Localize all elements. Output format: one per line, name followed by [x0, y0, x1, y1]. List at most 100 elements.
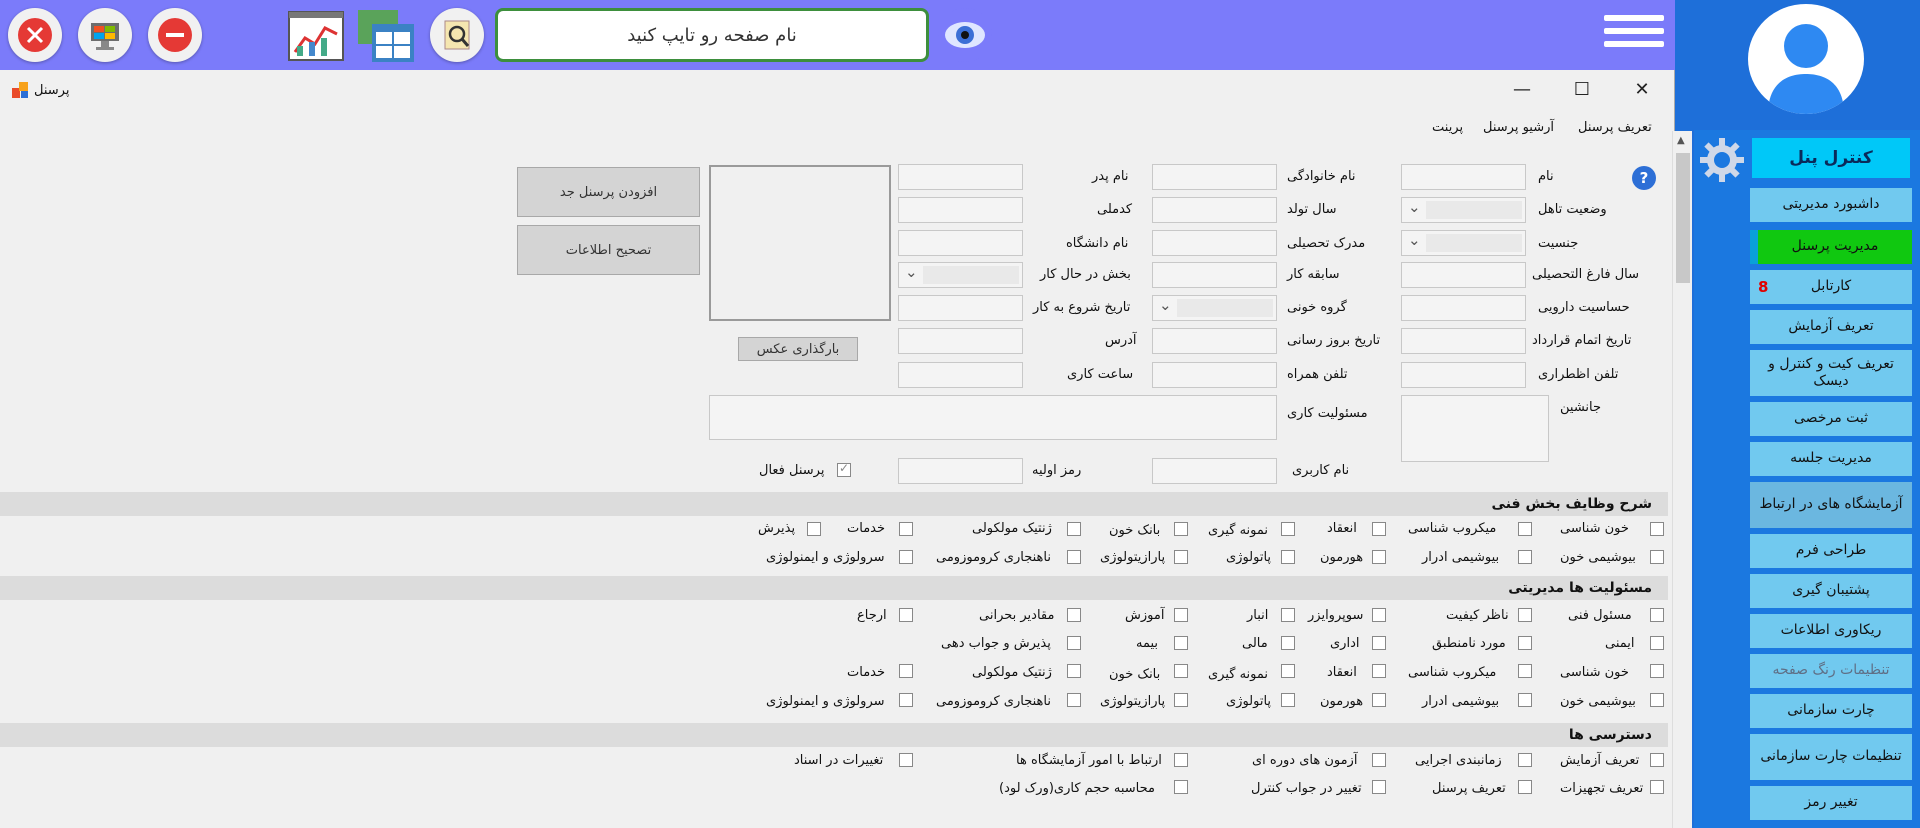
eye-icon[interactable] [938, 8, 992, 62]
mgmt-chk-2[interactable] [1518, 608, 1532, 622]
tech-chk-4[interactable] [1281, 522, 1295, 536]
university-input[interactable] [898, 230, 1023, 256]
add-personnel-button[interactable]: افزودن پرسنل جد [517, 167, 700, 217]
upload-photo-button[interactable]: بارگذاری عکس [738, 337, 858, 361]
tech-chk-13[interactable] [1174, 550, 1188, 564]
edit-info-button[interactable]: تصحیح اطلاعات [517, 225, 700, 275]
sidebar-item-backup[interactable]: پشتیبان گیری [1750, 574, 1912, 608]
window-close-button[interactable]: ✕ [1627, 78, 1657, 100]
tech-chk-3[interactable] [1372, 522, 1386, 536]
department-select[interactable] [898, 262, 1023, 288]
mgmt-chk-25[interactable] [1174, 693, 1188, 707]
sidebar-item-cartable[interactable]: 8 کارتابل [1750, 270, 1912, 304]
drug-allergy-input[interactable] [1401, 295, 1526, 321]
working-hours-input[interactable] [898, 362, 1023, 388]
mgmt-chk-8[interactable] [1650, 636, 1664, 650]
tech-chk-11[interactable] [1372, 550, 1386, 564]
sidebar-item-colors[interactable]: تنظیمات رنگ صفحه [1750, 654, 1912, 688]
hamburger-menu-icon[interactable] [1604, 15, 1664, 57]
mgmt-chk-5[interactable] [1174, 608, 1188, 622]
scrollbar-thumb[interactable] [1676, 153, 1690, 283]
tab-define-personnel[interactable]: تعریف پرسنل [1578, 120, 1652, 135]
tech-chk-7[interactable] [899, 522, 913, 536]
tech-chk-10[interactable] [1518, 550, 1532, 564]
mgmt-chk-1[interactable] [1650, 608, 1664, 622]
vertical-scrollbar[interactable]: ▲ [1672, 131, 1692, 828]
windows-icon[interactable] [356, 8, 416, 64]
mgmt-chk-14[interactable] [1650, 664, 1664, 678]
mgmt-chk-9[interactable] [1518, 636, 1532, 650]
mgmt-chk-13[interactable] [1067, 636, 1081, 650]
mgmt-chk-24[interactable] [1281, 693, 1295, 707]
window-minimize-button[interactable]: — [1507, 78, 1537, 100]
mgmt-chk-10[interactable] [1372, 636, 1386, 650]
minimize-app-icon[interactable] [148, 8, 202, 62]
sidebar-item-test-def[interactable]: تعریف آزمایش [1750, 310, 1912, 344]
tech-chk-12[interactable] [1281, 550, 1295, 564]
tab-personnel-archive[interactable]: آرشیو پرسنل [1483, 120, 1554, 135]
access-chk-1[interactable] [1650, 753, 1664, 767]
mgmt-chk-12[interactable] [1174, 636, 1188, 650]
last-name-input[interactable] [1152, 164, 1277, 190]
contract-end-input[interactable] [1401, 328, 1526, 354]
tech-chk-6[interactable] [1067, 522, 1081, 536]
start-date-input[interactable] [898, 295, 1023, 321]
access-chk-4[interactable] [1174, 753, 1188, 767]
mgmt-chk-27[interactable] [899, 693, 913, 707]
substitute-textarea[interactable] [1401, 395, 1549, 462]
sidebar-item-dashboard[interactable]: داشبورد مدیریتی [1750, 188, 1912, 222]
window-maximize-button[interactable]: ☐ [1567, 78, 1597, 100]
update-date-input[interactable] [1152, 328, 1277, 354]
mgmt-chk-3[interactable] [1372, 608, 1386, 622]
tech-chk-5[interactable] [1174, 522, 1188, 536]
graduation-year-input[interactable] [1401, 262, 1526, 288]
tech-chk-14[interactable] [1067, 550, 1081, 564]
access-chk-2[interactable] [1518, 753, 1532, 767]
marital-status-select[interactable] [1401, 197, 1526, 223]
search-zoom-icon[interactable] [430, 8, 484, 62]
national-code-input[interactable] [898, 197, 1023, 223]
tech-chk-1[interactable] [1650, 522, 1664, 536]
close-app-icon[interactable] [8, 8, 62, 62]
mgmt-chk-7[interactable] [899, 608, 913, 622]
access-chk-8[interactable] [1372, 780, 1386, 794]
address-input[interactable] [898, 328, 1023, 354]
password-input[interactable] [898, 458, 1023, 484]
gender-select[interactable] [1401, 230, 1526, 256]
access-chk-5[interactable] [899, 753, 913, 767]
first-name-input[interactable] [1401, 164, 1526, 190]
sidebar-item-meetings[interactable]: مدیریت جلسه [1750, 442, 1912, 476]
tech-chk-8[interactable] [807, 522, 821, 536]
mgmt-chk-23[interactable] [1372, 693, 1386, 707]
mgmt-chk-4[interactable] [1281, 608, 1295, 622]
work-responsibility-textarea[interactable] [709, 395, 1277, 440]
emergency-phone-input[interactable] [1401, 362, 1526, 388]
tab-print[interactable]: پرینت [1432, 120, 1463, 135]
blood-group-select[interactable] [1152, 295, 1277, 321]
computer-icon[interactable] [78, 8, 132, 62]
birth-year-input[interactable] [1152, 197, 1277, 223]
chart-report-icon[interactable] [287, 8, 347, 64]
mgmt-chk-19[interactable] [1067, 664, 1081, 678]
mgmt-chk-15[interactable] [1518, 664, 1532, 678]
access-chk-9[interactable] [1174, 780, 1188, 794]
mgmt-chk-17[interactable] [1281, 664, 1295, 678]
mobile-phone-input[interactable] [1152, 362, 1277, 388]
education-degree-input[interactable] [1152, 230, 1277, 256]
father-name-input[interactable] [898, 164, 1023, 190]
mgmt-chk-22[interactable] [1518, 693, 1532, 707]
access-chk-6[interactable] [1650, 780, 1664, 794]
mgmt-chk-21[interactable] [1650, 693, 1664, 707]
mgmt-chk-11[interactable] [1281, 636, 1295, 650]
username-input[interactable] [1152, 458, 1277, 484]
sidebar-item-org-chart-settings[interactable]: تنظیمات چارت سازمانی [1750, 734, 1912, 780]
sidebar-item-labs[interactable]: آزمایشگاه های در ارتباط [1750, 482, 1912, 528]
sidebar-item-org-chart[interactable]: چارت سازمانی [1750, 694, 1912, 728]
access-chk-7[interactable] [1518, 780, 1532, 794]
mgmt-chk-26[interactable] [1067, 693, 1081, 707]
tech-chk-2[interactable] [1518, 522, 1532, 536]
mgmt-chk-6[interactable] [1067, 608, 1081, 622]
page-search-input[interactable]: نام صفحه رو تایپ کنید [495, 8, 929, 62]
user-avatar-icon[interactable] [1748, 4, 1864, 114]
tech-chk-15[interactable] [899, 550, 913, 564]
